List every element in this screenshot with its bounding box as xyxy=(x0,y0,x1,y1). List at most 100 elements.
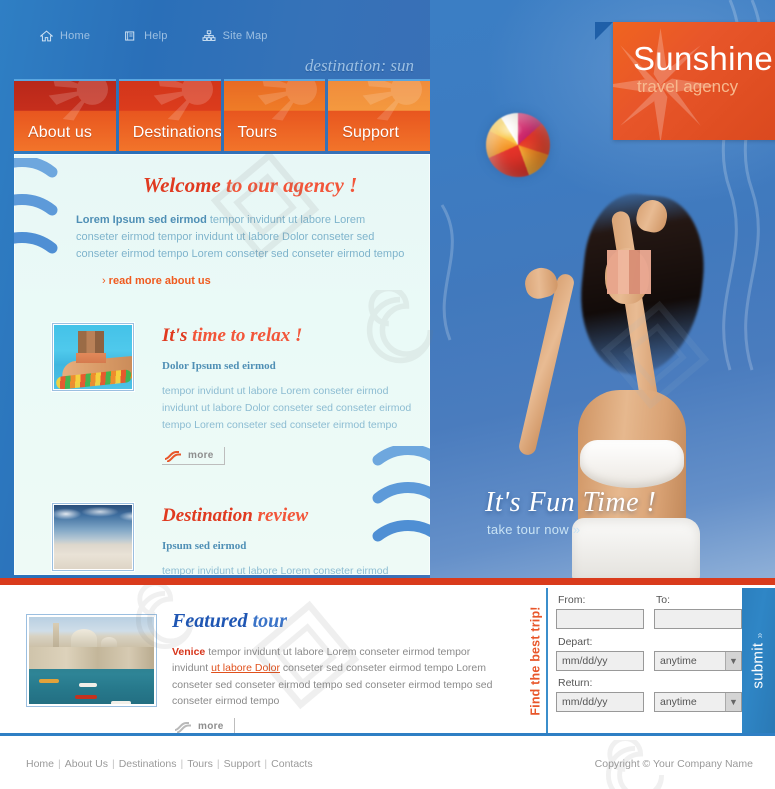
return-group: Return: mm/dd/yy anytime ▼ xyxy=(556,677,742,712)
to-label: To: xyxy=(656,594,671,606)
footer-link-support[interactable]: Support xyxy=(224,758,261,770)
depart-time-group: anytime ▼ xyxy=(654,651,742,671)
to-input[interactable] xyxy=(654,609,742,629)
footer-links: Home | About Us | Destinations | Tours | Support… xyxy=(26,758,313,770)
read-more-label: read more about us xyxy=(108,275,211,288)
beach-ball-graphic xyxy=(486,113,550,177)
venice-boat xyxy=(79,683,97,687)
welcome-heading-bold: Welcome xyxy=(143,173,221,197)
featured-heading-rest: tour xyxy=(247,610,288,632)
from-input[interactable] xyxy=(556,609,644,629)
submit-label: submit xyxy=(750,642,768,689)
depart-date-input[interactable]: mm/dd/yy xyxy=(556,651,644,671)
relax-more-button[interactable]: more xyxy=(162,446,225,465)
site-tagline: destination: sun xyxy=(304,56,414,75)
take-tour-now-link[interactable]: take tour now » xyxy=(487,522,656,537)
depart-date-group: mm/dd/yy xyxy=(556,651,644,671)
relax-subtitle: Dolor Ipsum sed eirmod xyxy=(162,360,276,373)
from-label: From: xyxy=(558,594,586,606)
footer-separator: | xyxy=(58,758,61,770)
beach-photo xyxy=(54,504,132,569)
to-field-group: To: xyxy=(654,591,742,629)
figure-left-arm xyxy=(517,272,576,457)
venice-boat xyxy=(111,701,131,704)
relax-heading-bold: It's xyxy=(162,325,188,347)
footer-separator: | xyxy=(180,758,184,770)
footer-separator: | xyxy=(264,758,268,770)
return-row: mm/dd/yy anytime ▼ xyxy=(556,692,742,712)
welcome-section: Welcome to our agency ! Lorem Ipsum sed … xyxy=(14,173,430,287)
red-divider xyxy=(0,578,775,585)
submit-button[interactable]: submit » xyxy=(742,588,775,733)
welcome-lead-bold: Lorem Ipsum sed eirmod xyxy=(76,214,207,226)
relax-thumbnail[interactable] xyxy=(52,323,134,392)
depart-row: mm/dd/yy anytime ▼ xyxy=(556,651,742,671)
return-date-input[interactable]: mm/dd/yy xyxy=(556,692,644,712)
pixelated-face-redaction xyxy=(607,250,651,294)
brand-logo-block: Sunshine travel agency xyxy=(595,22,775,140)
return-date-group: mm/dd/yy xyxy=(556,692,644,712)
depart-time-value: anytime xyxy=(660,655,697,667)
featured-inline-link[interactable]: ut labore Dolor xyxy=(211,662,280,674)
relax-body: It's time to relax ! Dolor Ipsum sed eir… xyxy=(162,323,412,466)
return-time-select[interactable]: anytime ▼ xyxy=(654,692,742,712)
relax-section: It's time to relax ! Dolor Ipsum sed eir… xyxy=(52,309,430,466)
return-time-value: anytime xyxy=(660,696,697,708)
featured-more-label: more xyxy=(198,721,224,733)
depart-time-select[interactable]: anytime ▼ xyxy=(654,651,742,671)
footer-top-rule xyxy=(0,733,775,736)
swoosh-arrow-icon xyxy=(164,450,181,462)
destination-body: Destination review Ipsum sed eirmod temp… xyxy=(162,503,412,575)
logo-plate: Sunshine travel agency xyxy=(613,22,775,140)
featured-thumbnail[interactable] xyxy=(26,614,157,707)
tab-about-us[interactable]: About us xyxy=(14,79,116,151)
venice-boat xyxy=(39,679,59,683)
pixelated-face-redaction-2 xyxy=(76,353,106,364)
destination-heading-rest: review xyxy=(252,504,309,526)
footer-link-contacts[interactable]: Contacts xyxy=(271,758,312,770)
footer-link-about-us[interactable]: About Us xyxy=(65,758,108,770)
booking-fields: From: To: Depart: mm/dd/yy anytime ▼ Ret… xyxy=(556,591,742,712)
find-best-trip-label: Find the best trip! xyxy=(526,588,548,733)
booking-form-panel: Find the best trip! From: To: Depart: mm… xyxy=(524,588,775,733)
featured-city: Venice xyxy=(172,646,206,658)
page-footer: Home | About Us | Destinations | Tours | Support… xyxy=(0,736,775,789)
tab-support[interactable]: Support xyxy=(328,79,430,151)
return-time-group: anytime ▼ xyxy=(654,692,742,712)
venice-dome xyxy=(71,629,97,649)
destination-paragraph: tempor invidunt ut labore Lorem conseter… xyxy=(162,564,389,575)
hero-overlay-text: It's Fun Time ! take tour now » xyxy=(485,487,656,537)
pool-photo xyxy=(54,325,132,390)
find-best-trip-text: Find the best trip! xyxy=(529,605,544,716)
brand-name: Sunshine xyxy=(633,40,774,77)
tab-destinations[interactable]: Destinations xyxy=(118,79,221,151)
submit-label-wrap: submit » xyxy=(750,632,767,688)
relax-paragraph: tempor invidunt ut labore Lorem conseter… xyxy=(162,385,412,431)
destination-heading-bold: Destination xyxy=(162,504,253,526)
main-tab-bar: About us Destinations Tours Support xyxy=(14,79,430,151)
venice-boat xyxy=(75,695,97,699)
featured-heading-bold: Featured xyxy=(172,610,248,632)
footer-link-home[interactable]: Home xyxy=(26,758,54,770)
footer-link-tours[interactable]: Tours xyxy=(187,758,213,770)
brand-subtitle: travel agency xyxy=(637,77,739,96)
read-more-about-us-link[interactable]: › read more about us xyxy=(102,275,430,287)
relax-heading-rest: time to relax ! xyxy=(187,325,303,347)
destination-thumbnail[interactable] xyxy=(52,502,134,571)
return-label: Return: xyxy=(558,677,593,689)
welcome-heading: Welcome to our agency ! xyxy=(143,173,430,198)
destination-subtitle: Ipsum sed eirmod xyxy=(162,539,247,552)
from-to-row: From: To: xyxy=(556,591,742,629)
footer-separator: | xyxy=(111,758,115,770)
depart-group: Depart: mm/dd/yy anytime ▼ xyxy=(556,636,742,671)
footer-copyright: Copyright © Your Company Name xyxy=(594,758,753,770)
figure-bikini-top xyxy=(580,440,684,488)
destination-review-section: Destination review Ipsum sed eirmod temp… xyxy=(52,489,430,575)
webpage-root: Sunshine travel agency Home Help Site Ma… xyxy=(0,0,775,789)
destination-heading: Destination review xyxy=(162,505,412,527)
tab-label-tours: Tours xyxy=(237,124,278,141)
logo-fold-corner xyxy=(595,22,613,40)
footer-link-destinations[interactable]: Destinations xyxy=(119,758,177,770)
tab-tours[interactable]: Tours xyxy=(223,79,326,151)
featured-body: Featured tour Venice tempor invidunt ut … xyxy=(172,610,507,738)
